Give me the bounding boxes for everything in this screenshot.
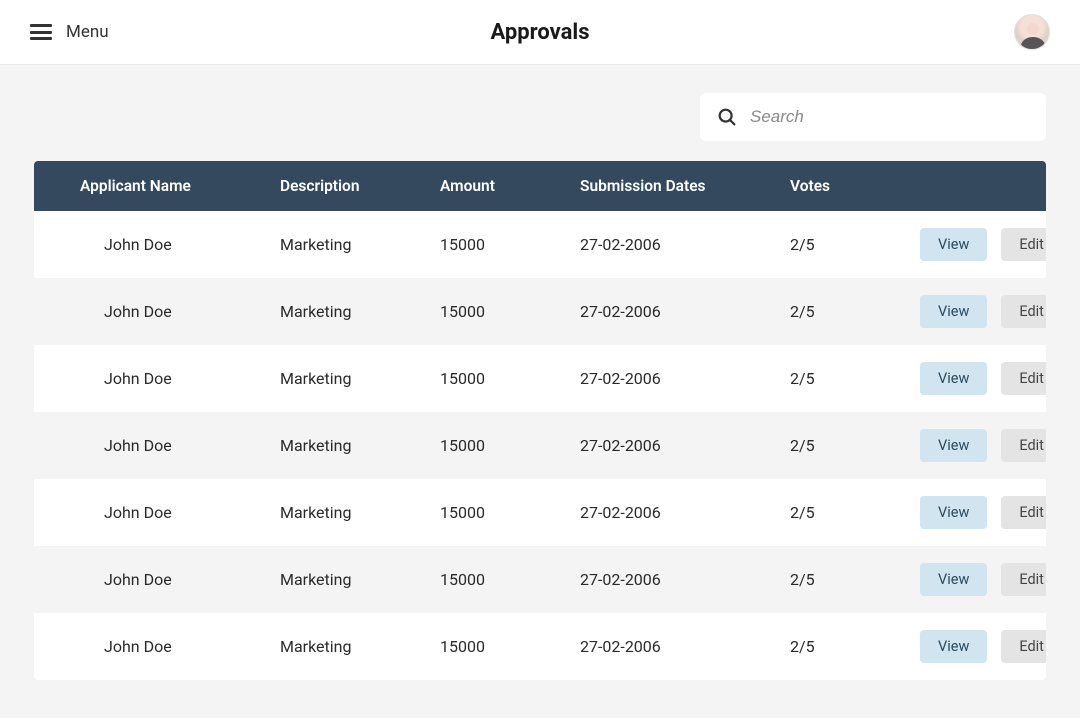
- menu-label: Menu: [66, 22, 109, 42]
- page-title: Approvals: [490, 20, 589, 45]
- col-votes: Votes: [790, 177, 920, 195]
- edit-button[interactable]: Edit: [1001, 228, 1046, 261]
- cell-amount: 15000: [440, 436, 580, 455]
- cell-amount: 15000: [440, 503, 580, 522]
- cell-votes: 2/5: [790, 637, 920, 656]
- cell-actions: View Edit: [920, 563, 1046, 596]
- table-row: John DoeMarketing1500027-02-20062/5View E…: [34, 546, 1046, 613]
- cell-applicant: John Doe: [80, 570, 280, 589]
- cell-amount: 15000: [440, 570, 580, 589]
- cell-submission: 27-02-2006: [580, 302, 790, 321]
- cell-applicant: John Doe: [80, 235, 280, 254]
- view-button[interactable]: View: [920, 429, 987, 462]
- view-button[interactable]: View: [920, 362, 987, 395]
- cell-amount: 15000: [440, 637, 580, 656]
- view-button[interactable]: View: [920, 228, 987, 261]
- edit-button[interactable]: Edit: [1001, 295, 1046, 328]
- cell-description: Marketing: [280, 503, 440, 522]
- cell-actions: View Edit: [920, 429, 1046, 462]
- avatar[interactable]: [1014, 14, 1050, 50]
- edit-button[interactable]: Edit: [1001, 429, 1046, 462]
- cell-votes: 2/5: [790, 302, 920, 321]
- cell-votes: 2/5: [790, 436, 920, 455]
- search-input[interactable]: [750, 107, 1030, 127]
- cell-submission: 27-02-2006: [580, 503, 790, 522]
- cell-votes: 2/5: [790, 369, 920, 388]
- cell-votes: 2/5: [790, 503, 920, 522]
- cell-description: Marketing: [280, 369, 440, 388]
- table-row: John DoeMarketing1500027-02-20062/5View E…: [34, 412, 1046, 479]
- col-submission: Submission Dates: [580, 177, 790, 195]
- cell-votes: 2/5: [790, 570, 920, 589]
- cell-submission: 27-02-2006: [580, 436, 790, 455]
- cell-applicant: John Doe: [80, 503, 280, 522]
- content-area: Applicant Name Description Amount Submis…: [0, 65, 1080, 680]
- view-button[interactable]: View: [920, 630, 987, 663]
- cell-amount: 15000: [440, 235, 580, 254]
- search-icon: [716, 106, 738, 128]
- edit-button[interactable]: Edit: [1001, 496, 1046, 529]
- table-row: John DoeMarketing1500027-02-20062/5View E…: [34, 613, 1046, 680]
- cell-submission: 27-02-2006: [580, 369, 790, 388]
- cell-description: Marketing: [280, 302, 440, 321]
- cell-description: Marketing: [280, 436, 440, 455]
- cell-applicant: John Doe: [80, 637, 280, 656]
- table-row: John DoeMarketing1500027-02-20062/5View E…: [34, 479, 1046, 546]
- cell-submission: 27-02-2006: [580, 637, 790, 656]
- table-row: John DoeMarketing1500027-02-20062/5View E…: [34, 211, 1046, 278]
- view-button[interactable]: View: [920, 496, 987, 529]
- cell-submission: 27-02-2006: [580, 235, 790, 254]
- cell-actions: View Edit: [920, 228, 1046, 261]
- edit-button[interactable]: Edit: [1001, 563, 1046, 596]
- col-amount: Amount: [440, 177, 580, 195]
- cell-actions: View Edit: [920, 362, 1046, 395]
- cell-actions: View Edit: [920, 630, 1046, 663]
- cell-actions: View Edit: [920, 295, 1046, 328]
- col-description: Description: [280, 177, 440, 195]
- table-row: John DoeMarketing1500027-02-20062/5View E…: [34, 345, 1046, 412]
- cell-description: Marketing: [280, 570, 440, 589]
- col-applicant: Applicant Name: [80, 177, 280, 195]
- cell-applicant: John Doe: [80, 302, 280, 321]
- cell-submission: 27-02-2006: [580, 570, 790, 589]
- table-header: Applicant Name Description Amount Submis…: [34, 161, 1046, 211]
- cell-applicant: John Doe: [80, 369, 280, 388]
- edit-button[interactable]: Edit: [1001, 362, 1046, 395]
- table-body: John DoeMarketing1500027-02-20062/5ViewE…: [34, 211, 1046, 680]
- cell-applicant: John Doe: [80, 436, 280, 455]
- approvals-table: Applicant Name Description Amount Submis…: [34, 161, 1046, 680]
- cell-amount: 15000: [440, 302, 580, 321]
- view-button[interactable]: View: [920, 295, 987, 328]
- cell-description: Marketing: [280, 637, 440, 656]
- cell-description: Marketing: [280, 235, 440, 254]
- cell-votes: 2/5: [790, 235, 920, 254]
- cell-actions: View Edit: [920, 496, 1046, 529]
- view-button[interactable]: View: [920, 563, 987, 596]
- app-header: Menu Approvals: [0, 0, 1080, 65]
- edit-button[interactable]: Edit: [1001, 630, 1046, 663]
- table-row: John DoeMarketing1500027-02-20062/5View E…: [34, 278, 1046, 345]
- hamburger-icon: [30, 24, 52, 40]
- search-box[interactable]: [700, 93, 1046, 141]
- menu-button[interactable]: Menu: [30, 22, 109, 42]
- cell-amount: 15000: [440, 369, 580, 388]
- search-row: [34, 93, 1046, 141]
